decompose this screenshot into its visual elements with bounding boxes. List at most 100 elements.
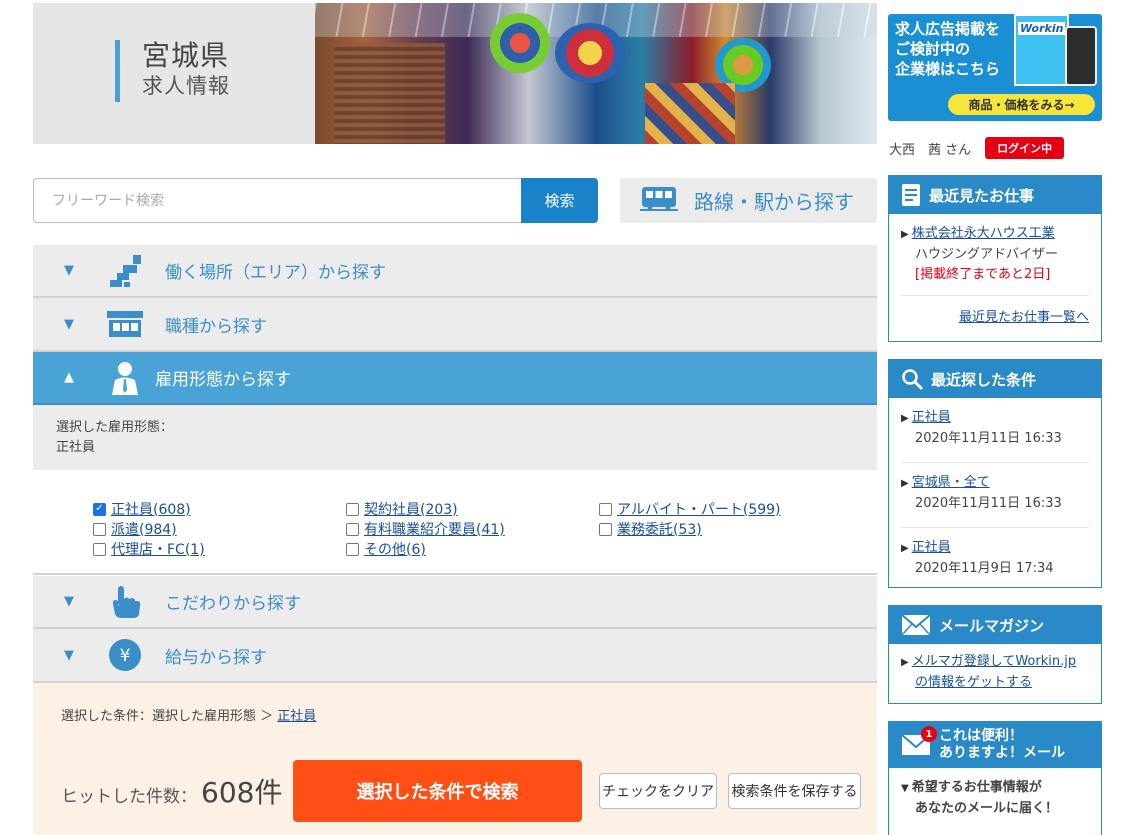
recent-jobs-title: 最近見たお仕事 [929, 186, 1035, 205]
option-sonota[interactable]: その他(6) [346, 539, 426, 559]
recent-search-item: ▶ 正社員 2020年11月9日 17:34 [901, 538, 1089, 587]
chevron-up-icon: ▲ [64, 370, 74, 385]
selected-conditions-prefix: 選択した条件：選択した雇用形態 ＞ [61, 709, 274, 724]
accordion-employment[interactable]: ▲ 雇用形態から探す [33, 352, 877, 405]
hero-banner: 宮城県 求人情報 [33, 3, 877, 144]
recent-searches-title: 最近探した条件 [931, 370, 1037, 389]
option-dairiten-link[interactable]: 代理店・FC(1) [111, 539, 205, 559]
checkbox[interactable] [599, 522, 612, 536]
hero-subtitle: 求人情報 [142, 74, 230, 98]
mail-magazine-link-cont[interactable]: の情報をゲットする [915, 675, 1032, 690]
recent-jobs-header: 最近見たお仕事 [889, 176, 1101, 214]
hero-title-box: 宮城県 求人情報 [115, 40, 230, 102]
checkbox[interactable] [93, 542, 106, 556]
person-icon [105, 360, 145, 396]
view-products-prices-link[interactable]: 商品・価格をみる→ [948, 94, 1095, 115]
recent-job-company-link[interactable]: 株式会社永大ハウス工業 [912, 226, 1055, 241]
ad-line1: 求人広告掲載を [895, 20, 1001, 38]
alert-mail-box: 1 これは便利！ ありますよ！メール ▼ 希望するお仕事情報が あなたのメールに届… [888, 721, 1102, 835]
selected-employment-label: 選択した雇用形態： [56, 420, 174, 435]
advertiser-banner[interactable]: 求人広告掲載を ご検討中の 企業様はこちら Workin 商品・価格をみる→ [888, 14, 1102, 121]
option-arubaito[interactable]: アルバイト・パート(599) [599, 499, 781, 519]
hero-title: 宮城県 [142, 39, 230, 72]
hit-count-value: 608件 [201, 776, 283, 809]
recent-jobs-more-link[interactable]: 最近見たお仕事一覧へ [959, 310, 1089, 325]
recent-job-deadline: [掲載終了まであと2日] [915, 267, 1051, 282]
checkbox[interactable] [599, 502, 612, 516]
envelope-icon [901, 614, 931, 636]
selected-conditions-value-link[interactable]: 正社員 [277, 709, 316, 724]
recent-search-link[interactable]: 正社員 [912, 410, 951, 425]
checkbox[interactable] [346, 542, 359, 556]
search-with-conditions-button[interactable]: 選択した条件で検索 [293, 760, 582, 822]
route-station-search-label: 路線・駅から探す [694, 190, 854, 214]
alert-mail-desc-line1: 希望するお仕事情報が [911, 780, 1042, 795]
recent-search-item: ▶ 宮城県・全て 2020年11月11日 16:33 [901, 473, 1089, 528]
recent-searches-header: 最近探した条件 [889, 360, 1101, 398]
ad-line3: 企業様はこちら [895, 60, 1001, 78]
accordion-job-type-label: 職種から探す [165, 316, 267, 337]
recent-search-date: 2020年11月9日 17:34 [915, 561, 1054, 576]
selected-conditions-panel: 選択した条件：選択した雇用形態 ＞ 正社員 ヒットした件数： 608件 選択した… [33, 683, 877, 835]
chevron-down-icon: ▼ [64, 263, 74, 278]
chevron-down-icon: ▼ [64, 647, 74, 663]
document-icon [901, 183, 921, 207]
option-gyomu-link[interactable]: 業務委託(53) [617, 519, 702, 539]
accordion-area-label: 働く場所（エリア）から探す [165, 263, 386, 283]
option-dairiten[interactable]: 代理店・FC(1) [93, 539, 205, 559]
workin-logo: Workin [1018, 22, 1066, 35]
option-yuryo-link[interactable]: 有料職業紹介要員(41) [364, 519, 505, 539]
checkbox-checked[interactable]: ✓ [93, 502, 106, 516]
search-row: 検索 路線・駅から探す [33, 178, 877, 223]
recent-search-link[interactable]: 宮城県・全て [912, 475, 990, 490]
pointing-hand-icon [105, 584, 145, 620]
recent-jobs-box: 最近見たお仕事 ▶ 株式会社永大ハウス工業 ハウジングアドバイザー [掲載終了まで… [888, 175, 1102, 342]
hit-count-label: ヒットした件数： [61, 787, 197, 807]
option-seishain[interactable]: ✓ 正社員(608) [93, 499, 191, 519]
option-gyomu[interactable]: 業務委託(53) [599, 519, 702, 539]
accordion-kodawari-label: こだわりから探す [165, 594, 301, 614]
user-name: 大西 茜 さん [889, 142, 972, 158]
selected-conditions-line: 選択した条件：選択した雇用形態 ＞ 正社員 [61, 705, 316, 724]
option-haken[interactable]: 派遣(984) [93, 519, 177, 539]
option-seishain-link[interactable]: 正社員(608) [111, 499, 191, 519]
recent-search-link[interactable]: 正社員 [912, 540, 951, 555]
accordion-kodawari[interactable]: ▼ こだわりから探す [33, 576, 877, 629]
accordion-area[interactable]: ▼ 働く場所（エリア）から探す [33, 245, 877, 298]
mail-magazine-link[interactable]: メルマガ登録してWorkin.jp [912, 654, 1076, 669]
checkbox[interactable] [346, 502, 359, 516]
shop-icon [105, 306, 145, 342]
checkbox[interactable] [346, 522, 359, 536]
alert-mail-title-line2: ありますよ！メール [939, 745, 1065, 761]
save-conditions-button[interactable]: 検索条件を保存する [728, 773, 861, 809]
recent-job-position: ハウジングアドバイザー [915, 247, 1059, 262]
option-yuryo[interactable]: 有料職業紹介要員(41) [346, 519, 505, 539]
employment-options: ✓ 正社員(608) 派遣(984) 代理店・FC(1) 契約社員(203) 有… [33, 470, 877, 575]
hero-photo [315, 3, 877, 144]
magazine-illustration: Workin [1014, 14, 1069, 86]
option-keiyaku[interactable]: 契約社員(203) [346, 499, 458, 519]
hit-count: ヒットした件数： 608件 [61, 771, 282, 811]
option-sonota-link[interactable]: その他(6) [364, 539, 426, 559]
checkbox[interactable] [93, 522, 106, 536]
notification-badge: 1 [921, 726, 937, 742]
clear-checks-button[interactable]: チェックをクリア [599, 773, 717, 809]
accordion-salary[interactable]: ▼ ¥ 給与から探す [33, 629, 877, 683]
login-status-badge: ログイン中 [985, 137, 1065, 159]
option-arubaito-link[interactable]: アルバイト・パート(599) [617, 499, 781, 519]
route-station-search-button[interactable]: 路線・駅から探す [620, 178, 877, 223]
option-keiyaku-link[interactable]: 契約社員(203) [364, 499, 458, 519]
mail-magazine-header: メールマガジン [889, 606, 1101, 644]
accordion-salary-label: 給与から探す [165, 647, 267, 668]
alert-mail-header: 1 これは便利！ ありますよ！メール [889, 722, 1101, 768]
alert-mail-title-line1: これは便利！ [939, 728, 1023, 744]
magnifier-icon [901, 368, 923, 390]
accordion-job-type[interactable]: ▼ 職種から探す [33, 298, 877, 352]
japan-map-icon [105, 253, 145, 289]
freeword-search-input[interactable] [33, 178, 522, 223]
search-button[interactable]: 検索 [521, 178, 598, 223]
recent-search-date: 2020年11月11日 16:33 [915, 496, 1062, 511]
option-haken-link[interactable]: 派遣(984) [111, 519, 177, 539]
accordion-employment-label: 雇用形態から探す [155, 370, 291, 390]
advertiser-banner-text: 求人広告掲載を ご検討中の 企業様はこちら [895, 19, 1000, 79]
